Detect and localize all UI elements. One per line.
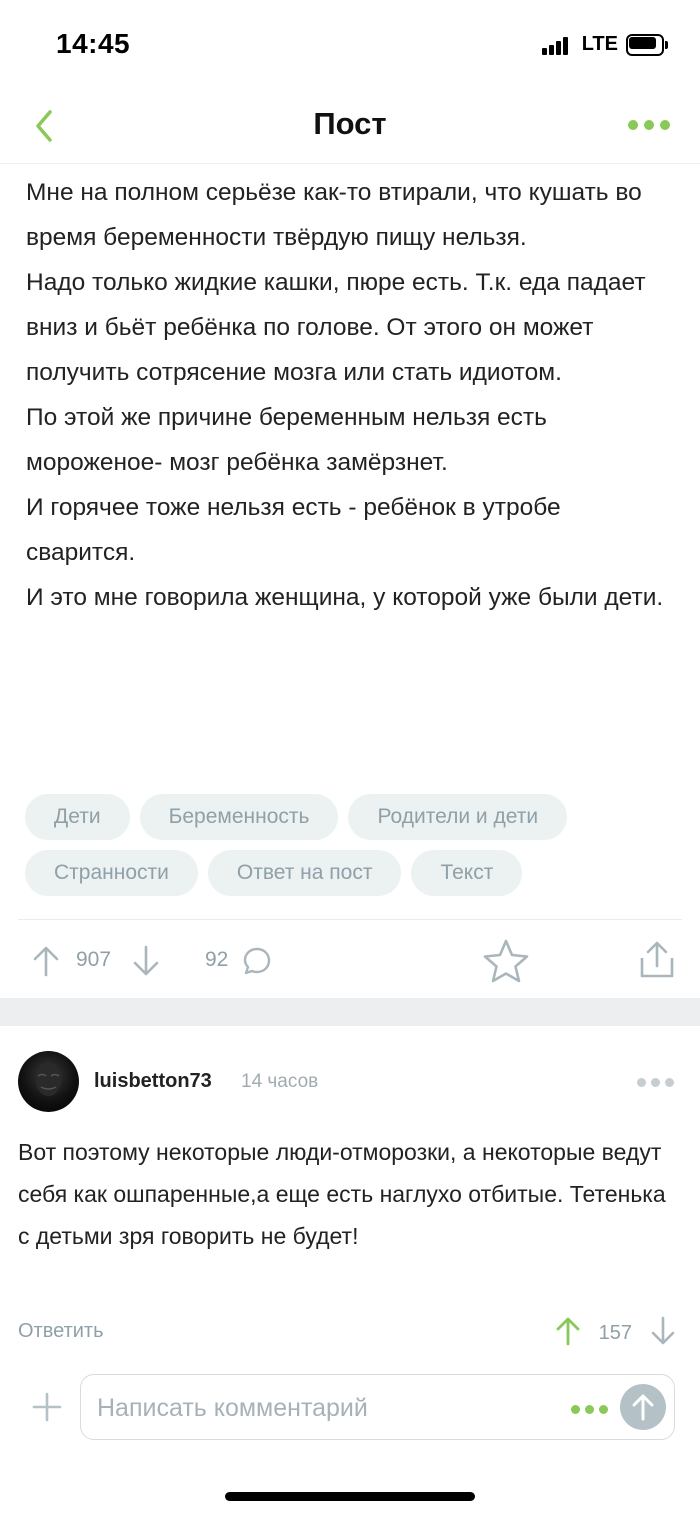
arrow-down-icon[interactable] xyxy=(132,945,160,977)
tag-chip[interactable]: Родители и дети xyxy=(348,794,568,840)
comment-bubble-icon[interactable] xyxy=(242,946,272,976)
signal-icon xyxy=(541,35,574,55)
more-dots-icon[interactable] xyxy=(571,1405,608,1414)
post-rating: 907 xyxy=(76,948,112,971)
page-title: Пост xyxy=(313,106,387,141)
network-label: LTE xyxy=(581,33,618,55)
avatar[interactable] xyxy=(18,1051,79,1112)
post-paragraph: По этой же причине беременным нельзя ест… xyxy=(26,404,547,476)
tag-chip[interactable]: Ответ на пост xyxy=(207,850,402,896)
arrow-up-icon[interactable] xyxy=(555,1316,581,1351)
share-icon[interactable] xyxy=(638,940,676,980)
tag-list: Дети Беременность Родители и дети Странн… xyxy=(25,794,675,896)
home-indicator xyxy=(225,1492,475,1501)
comment-input-box xyxy=(80,1374,675,1440)
tag-chip[interactable]: Странности xyxy=(25,850,198,896)
arrow-up-icon[interactable] xyxy=(32,945,60,977)
status-time: 14:45 xyxy=(56,28,131,59)
tag-chip[interactable]: Беременность xyxy=(139,794,339,840)
comment-composer xyxy=(0,1370,700,1446)
comment-timestamp: 14 часов xyxy=(241,1071,319,1092)
more-dots-icon[interactable] xyxy=(637,1078,674,1087)
more-dots-icon[interactable] xyxy=(628,120,670,130)
status-bar: 14:45 LTE xyxy=(0,0,700,90)
post-body: Мне на полном серьёзе как-то втирали, чт… xyxy=(26,170,676,620)
send-arrow-icon[interactable] xyxy=(620,1384,666,1430)
plus-icon[interactable] xyxy=(32,1392,62,1422)
comment-author[interactable]: luisbetton73 xyxy=(94,1070,212,1093)
arrow-down-icon[interactable] xyxy=(650,1316,676,1351)
post-paragraph: И это мне говорила женщина, у которой уж… xyxy=(26,584,664,611)
comments-count[interactable]: 92 xyxy=(205,948,228,972)
post-paragraph: Надо только жидкие кашки, пюре есть. Т.к… xyxy=(26,269,646,386)
post-action-bar: 907 92 xyxy=(0,920,700,998)
section-separator xyxy=(0,998,700,1026)
post-paragraph: Мне на полном серьёзе как-то втирали, чт… xyxy=(26,179,642,251)
nav-bar: Пост xyxy=(0,90,700,164)
tag-chip[interactable]: Текст xyxy=(411,850,523,896)
tag-chip[interactable]: Дети xyxy=(25,794,130,840)
battery-icon xyxy=(626,33,668,56)
post-paragraph: И горячее тоже нельзя есть - ребёнок в у… xyxy=(26,494,561,566)
comment-body: Вот поэтому некоторые люди-отморозки, а … xyxy=(18,1139,666,1249)
star-icon[interactable] xyxy=(482,938,530,984)
comment-input[interactable] xyxy=(97,1389,557,1427)
status-indicators: LTE xyxy=(541,33,668,56)
comment-rating: 157 xyxy=(598,1322,632,1344)
reply-button[interactable]: Ответить xyxy=(18,1320,104,1343)
comment-vote-controls: 157 xyxy=(555,1316,676,1351)
